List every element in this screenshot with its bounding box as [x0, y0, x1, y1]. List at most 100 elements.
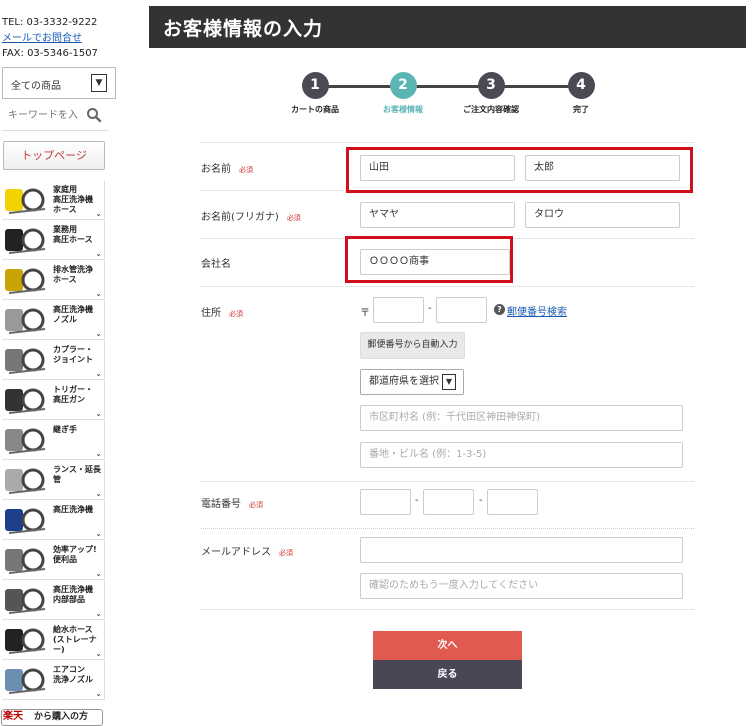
sidebar-category-item[interactable]: 効率アップ! 便利品 ⌄	[2, 541, 105, 580]
sidebar-category-item[interactable]: トリガー・ 高圧ガン ⌄	[2, 381, 105, 420]
phone-second-input[interactable]	[423, 489, 474, 515]
step-confirm: 3 ご注文内容確認	[446, 72, 536, 115]
sidebar-category-label: 効率アップ! 便利品	[53, 545, 97, 564]
step-label: お客様情報	[383, 105, 423, 114]
step-number: 3	[477, 72, 505, 99]
phone-first-input[interactable]	[360, 489, 411, 515]
chevron-down-icon: ⌄	[95, 409, 102, 418]
washer-machine-icon	[5, 508, 46, 534]
kana-label: お名前(フリガナ) 必須	[201, 212, 301, 223]
chevron-down-icon: ⌄	[95, 609, 102, 618]
next-button[interactable]: 次へ	[373, 631, 522, 660]
step-label: カートの商品	[291, 105, 339, 114]
sidebar-category-item[interactable]: 継ぎ手 ⌄	[2, 421, 105, 460]
sidebar-category-label: 高圧洗浄機 内部部品	[53, 585, 93, 604]
chevron-down-icon: ⌄	[95, 689, 102, 698]
last-name-kana-input[interactable]: ヤマヤ	[360, 202, 515, 228]
chevron-down-icon: ⌄	[95, 249, 102, 258]
zip-search-link[interactable]: 郵便番号検索	[507, 303, 567, 318]
required-badge: 必須	[249, 501, 263, 509]
prefecture-select-value: 都道府県を選択	[369, 376, 439, 387]
email-confirm-input[interactable]: 確認のためもう一度入力してください	[360, 573, 683, 599]
city-input[interactable]: 市区町村名 (例：千代田区神田神保町)	[360, 405, 683, 431]
prefecture-select[interactable]: 都道府県を選択 ▼	[360, 369, 464, 395]
sidebar-category-item[interactable]: エアコン 洗浄ノズル ⌄	[2, 661, 105, 700]
mail-contact-link[interactable]: メールでお問合せ	[2, 32, 82, 46]
step-cart: 1 カートの商品	[270, 72, 360, 115]
zip-second-input[interactable]	[436, 297, 487, 323]
step-label: 完了	[573, 105, 589, 114]
fax-text: FAX: 03-5346-1507	[2, 48, 98, 59]
fitting-icon	[5, 428, 46, 454]
sidebar-category-item[interactable]: ランス・延長管 ⌄	[2, 461, 105, 500]
phone-separator: -	[479, 495, 483, 506]
phone-label: 電話番号 必須	[201, 499, 263, 510]
chevron-down-icon: ⌄	[95, 649, 102, 658]
sidebar-category-item[interactable]: 高圧洗浄機 内部部品 ⌄	[2, 581, 105, 620]
coupler-icon	[5, 348, 46, 374]
sidebar-category-label: 継ぎ手	[53, 425, 77, 434]
first-name-kana-input[interactable]: タロウ	[525, 202, 680, 228]
chevron-down-icon: ⌄	[95, 529, 102, 538]
step-number: 4	[567, 72, 595, 99]
zip-first-input[interactable]	[373, 297, 424, 323]
step-number: 1	[301, 72, 329, 99]
sidebar-category-label: 高圧洗浄機 ノズル	[53, 305, 93, 324]
street-input[interactable]: 番地・ビル名 (例：1-3-5)	[360, 442, 683, 468]
search-icon[interactable]	[86, 107, 102, 123]
sidebar-category-item[interactable]: カプラー・ ジョイント ⌄	[2, 341, 105, 380]
sidebar-category-item[interactable]: 排水管洗浄 ホース ⌄	[2, 261, 105, 300]
step-number: 2	[389, 72, 417, 99]
sidebar: TEL: 03-3332-9222 メールでお問合せ FAX: 03-5346-…	[0, 0, 118, 726]
zip-separator: -	[428, 303, 432, 314]
chevron-down-icon: ⌄	[95, 369, 102, 378]
sidebar-category-item[interactable]: 給水ホース (ストレーナー) ⌄	[2, 621, 105, 660]
sidebar-category-label: ランス・延長管	[53, 465, 101, 484]
category-select-value: 全ての商品	[11, 81, 61, 92]
water-hose-icon	[5, 628, 46, 654]
sidebar-category-item[interactable]: 業務用 高圧ホース ⌄	[2, 221, 105, 260]
surface-cleaner-icon	[5, 548, 46, 574]
chevron-down-icon: ⌄	[95, 329, 102, 338]
hose-reel-icon	[5, 188, 46, 214]
rakuten-text: から購入の方	[34, 712, 89, 722]
top-page-button[interactable]: トップページ	[3, 141, 105, 170]
search-input[interactable]	[2, 101, 80, 129]
progress-steps: 1 カートの商品 2 お客様情報 3 ご注文内容確認 4 完了	[270, 72, 610, 122]
required-badge: 必須	[229, 310, 243, 318]
help-icon[interactable]: ?	[494, 304, 505, 315]
rakuten-logo: 楽天	[3, 711, 23, 722]
company-highlight-box	[345, 236, 513, 283]
email-input[interactable]	[360, 537, 683, 563]
company-label: 会社名	[201, 259, 231, 270]
zip-autofill-button[interactable]: 郵便番号から自動入力	[360, 332, 465, 359]
chevron-down-icon: ▼	[91, 74, 107, 92]
tel-text: TEL: 03-3332-9222	[2, 17, 98, 28]
back-button[interactable]: 戻る	[373, 660, 522, 689]
chevron-down-icon: ⌄	[95, 569, 102, 578]
chevron-down-icon: ⌄	[95, 209, 102, 218]
chevron-down-icon: ▼	[442, 374, 456, 390]
step-label: ご注文内容確認	[463, 105, 519, 114]
phone-third-input[interactable]	[487, 489, 538, 515]
rakuten-banner[interactable]: 楽天 から購入の方	[1, 709, 103, 726]
category-select[interactable]: 全ての商品 ▼	[2, 67, 116, 99]
postal-mark: 〒	[360, 308, 370, 319]
page: TEL: 03-3332-9222 メールでお問合せ FAX: 03-5346-…	[0, 0, 752, 726]
aircon-nozzle-icon	[5, 668, 46, 694]
sidebar-category-label: 排水管洗浄 ホース	[53, 265, 93, 284]
sidebar-category-item[interactable]: 家庭用 高圧洗浄機 ホース ⌄	[2, 181, 105, 220]
name-label: お名前 必須	[201, 164, 253, 175]
sidebar-category-item[interactable]: 高圧洗浄機 ⌄	[2, 501, 105, 540]
page-title: お客様情報の入力	[149, 6, 746, 48]
chevron-down-icon: ⌄	[95, 449, 102, 458]
pump-part-icon	[5, 588, 46, 614]
sidebar-category-item[interactable]: 高圧洗浄機 ノズル ⌄	[2, 301, 105, 340]
sidebar-category-label: カプラー・ ジョイント	[53, 345, 93, 364]
required-badge: 必須	[286, 214, 301, 222]
address-label: 住所 必須	[201, 308, 243, 319]
sidebar-category-label: 高圧洗浄機	[53, 505, 93, 514]
required-badge: 必須	[279, 549, 293, 557]
email-label: メールアドレス 必須	[201, 547, 293, 558]
step-complete: 4 完了	[536, 72, 626, 115]
